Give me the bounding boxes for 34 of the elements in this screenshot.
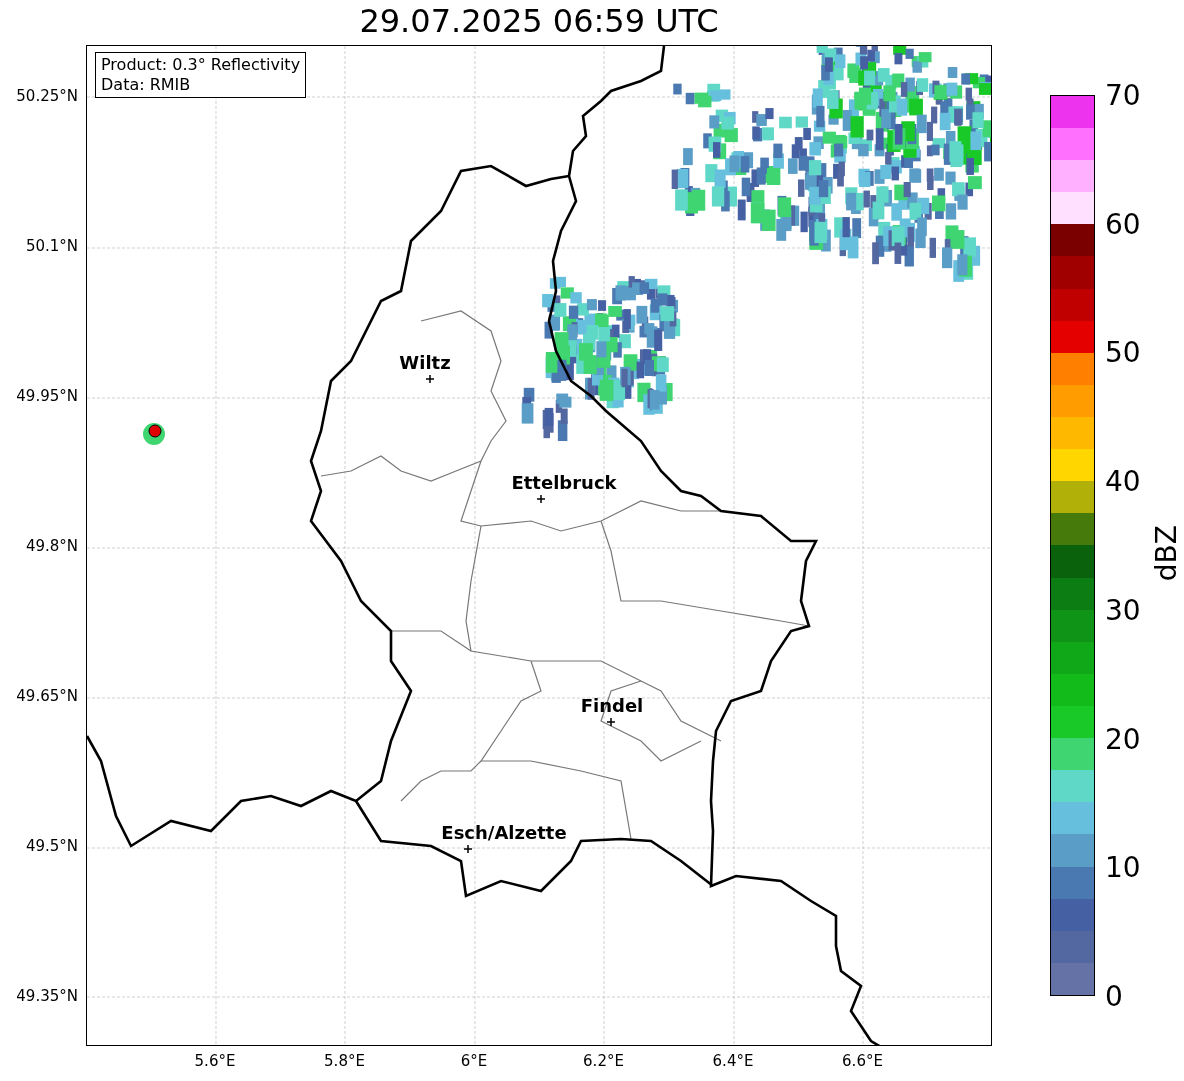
colorbar-tick-label: 0 <box>1105 979 1123 1013</box>
info-text: Product: 0.3° Reflectivity <box>101 55 301 75</box>
radar-site-marker <box>143 423 165 445</box>
axis-tick-label: 50.25°N <box>16 87 78 105</box>
plus-icon <box>606 717 616 727</box>
plus-icon <box>463 844 473 854</box>
city-label: Findel <box>580 695 644 716</box>
chart-title: 29.07.2025 06:59 UTC <box>359 1 719 40</box>
axis-tick-label: 6°E <box>460 1052 488 1070</box>
info-text: Data: RMIB <box>101 75 192 95</box>
plus-icon <box>425 374 435 384</box>
colorbar-tick-label: 50 <box>1105 335 1141 369</box>
city-label: Ettelbruck <box>511 472 617 493</box>
colorbar-tick-label: 30 <box>1105 593 1141 627</box>
axis-tick-label: 6.6°E <box>842 1052 883 1070</box>
axis-tick-label: 49.65°N <box>16 687 78 705</box>
axis-tick-label: 6.4°E <box>712 1052 754 1070</box>
city-label: Esch/Alzette <box>441 822 567 843</box>
colorbar-tick-label: 60 <box>1105 207 1141 241</box>
plus-icon <box>536 494 546 504</box>
axis-tick-label: 6.2°E <box>583 1052 624 1070</box>
colorbar-tick-label: 10 <box>1105 850 1141 884</box>
axis-tick-label: 49.5°N <box>25 837 78 855</box>
colorbar-tick-label: 40 <box>1105 464 1141 498</box>
colorbar-label: dBZ <box>1150 525 1183 582</box>
axis-tick-label: 49.8°N <box>25 537 78 555</box>
axis-tick-label: 49.35°N <box>16 987 78 1005</box>
axis-tick-label: 5.6°E <box>194 1052 236 1070</box>
colorbar-tick-label: 70 <box>1105 78 1141 112</box>
axis-tick-label: 49.95°N <box>16 387 78 405</box>
axis-tick-label: 50.1°N <box>25 237 78 255</box>
city-label: Wiltz <box>399 352 451 373</box>
axis-tick-label: 5.8°E <box>324 1052 365 1070</box>
colorbar-tick-label: 20 <box>1105 722 1141 756</box>
